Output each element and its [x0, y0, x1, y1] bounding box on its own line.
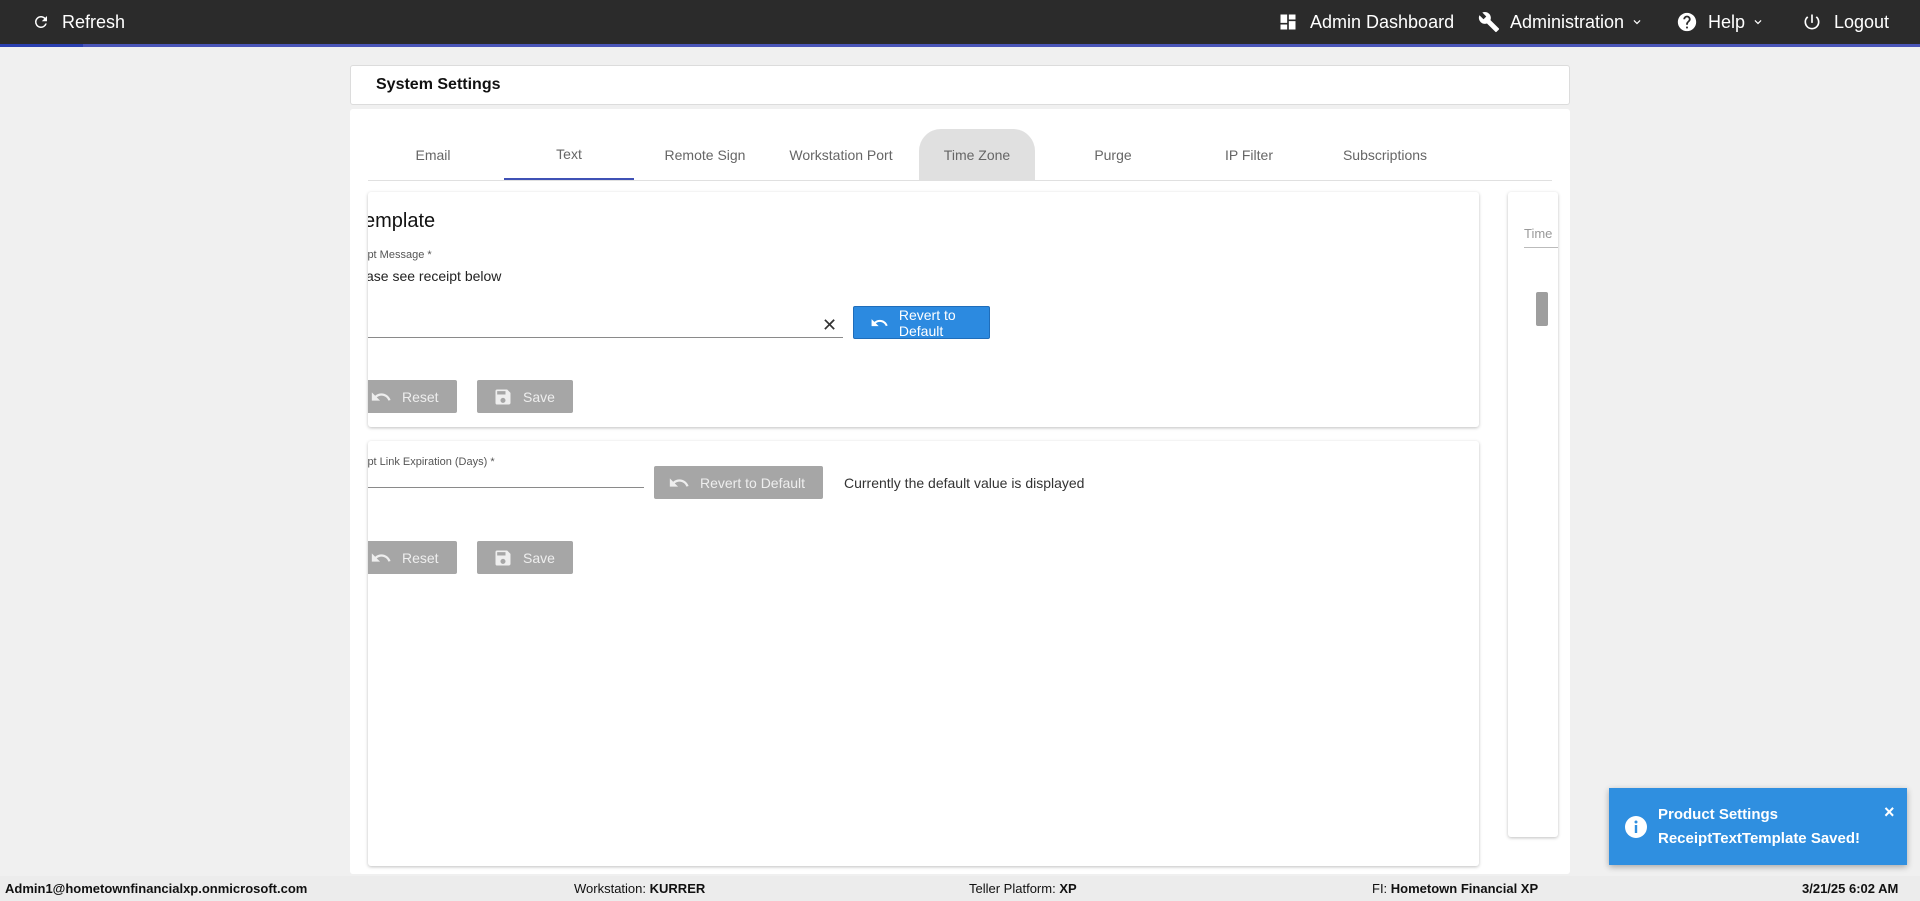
- receipt-message-reset-button[interactable]: Reset: [368, 380, 457, 413]
- top-navigation-bar: Refresh Admin Dashboard Administration H…: [0, 0, 1920, 47]
- footer-fi-label: FI:: [1372, 881, 1388, 896]
- tab-subscriptions[interactable]: Subscriptions: [1320, 129, 1450, 180]
- time-zone-label: Time: [1524, 226, 1553, 241]
- reset-label: Reset: [402, 549, 439, 566]
- settings-tabs: Email Text Remote Sign Workstation Port …: [368, 129, 1552, 181]
- wrench-icon: [1478, 12, 1500, 33]
- reset-label: Reset: [402, 388, 439, 405]
- time-zone-underline: [1524, 247, 1558, 248]
- link-expiration-save-button[interactable]: Save: [477, 541, 573, 574]
- toast-message: ReceiptTextTemplate Saved!: [1658, 830, 1861, 847]
- receipt-template-card: Template ipt Message * ase see receipt b…: [368, 192, 1479, 427]
- footer-workstation-value: KURRER: [649, 881, 706, 896]
- save-icon: [495, 389, 511, 404]
- power-icon: [1804, 14, 1820, 30]
- settings-panel: Email Text Remote Sign Workstation Port …: [350, 109, 1570, 874]
- footer-fi-value: Hometown Financial XP: [1390, 881, 1539, 896]
- receipt-message-revert-button[interactable]: Revert to Default: [853, 306, 990, 339]
- footer-datetime: 3/21/25 6:02 AM: [1802, 881, 1898, 896]
- link-expiration-revert-button[interactable]: Revert to Default: [654, 466, 823, 499]
- refresh-label: Refresh: [62, 11, 126, 32]
- toast-title: Product Settings: [1658, 806, 1779, 823]
- receipt-message-input[interactable]: ase see receipt below: [368, 268, 501, 284]
- dashboard-icon: [1280, 14, 1296, 30]
- page-title-card: System Settings: [350, 65, 1570, 105]
- footer-fi: FI: Hometown Financial XP: [1372, 881, 1538, 896]
- admin-dashboard-link[interactable]: Admin Dashboard: [1278, 0, 1454, 44]
- save-label: Save: [523, 549, 555, 566]
- page-title: System Settings: [376, 76, 501, 93]
- footer-datetime-value: 3/21/25 6:02 AM: [1802, 881, 1899, 896]
- undo-icon: [371, 552, 391, 562]
- chevron-down-icon: [1754, 20, 1762, 25]
- administration-menu[interactable]: Administration: [1478, 0, 1644, 44]
- save-label: Save: [523, 388, 555, 405]
- tab-text[interactable]: Text: [504, 129, 634, 180]
- receipt-link-card: ipt Link Expiration (Days) * Revert to D…: [368, 441, 1479, 866]
- footer-workstation: Workstation: KURRER: [574, 881, 705, 896]
- time-zone-card: Time: [1508, 192, 1558, 837]
- help-circle-icon: [1677, 12, 1697, 32]
- toast-close-button[interactable]: ×: [1884, 802, 1895, 823]
- refresh-button[interactable]: Refresh: [32, 0, 125, 44]
- tab-purge[interactable]: Purge: [1048, 129, 1178, 180]
- logout-label: Logout: [1834, 11, 1890, 32]
- footer-teller-platform: Teller Platform: XP: [969, 881, 1077, 896]
- footer-teller-label: Teller Platform:: [969, 881, 1056, 896]
- info-icon: [1625, 816, 1647, 838]
- revert-label: Revert to Default: [700, 474, 806, 491]
- save-icon: [495, 550, 511, 565]
- receipt-message-save-button[interactable]: Save: [477, 380, 573, 413]
- scrollbar-thumb[interactable]: [1536, 292, 1548, 326]
- receipt-template-heading: Template: [368, 210, 436, 232]
- default-value-note: Currently the default value is displayed: [844, 475, 1085, 491]
- link-expiration-underline: [368, 487, 644, 488]
- tab-ip-filter[interactable]: IP Filter: [1184, 129, 1314, 180]
- receipt-message-underline: [368, 337, 843, 338]
- footer-workstation-label: Workstation:: [574, 881, 647, 896]
- clear-field-icon[interactable]: ✕: [822, 316, 837, 334]
- link-expiration-label: ipt Link Expiration (Days) *: [368, 456, 495, 468]
- link-expiration-input[interactable]: [368, 471, 644, 491]
- tab-email[interactable]: Email: [368, 129, 498, 180]
- admin-dashboard-label: Admin Dashboard: [1310, 11, 1455, 32]
- footer-teller-value: XP: [1059, 881, 1077, 896]
- toast-notification: Product Settings ReceiptTextTemplate Sav…: [1609, 788, 1907, 865]
- undo-icon: [371, 391, 391, 401]
- loading-progress-bar: [0, 44, 1920, 47]
- revert-label: Revert to Default: [898, 306, 956, 339]
- footer-user: Admin1@hometownfinancialxp.onmicrosoft.c…: [5, 881, 307, 896]
- refresh-icon: [34, 15, 47, 28]
- undo-icon: [669, 477, 689, 487]
- undo-icon: [871, 318, 888, 326]
- status-footer: Admin1@hometownfinancialxp.onmicrosoft.c…: [0, 876, 1920, 901]
- link-expiration-reset-button[interactable]: Reset: [368, 541, 457, 574]
- tab-workstation-port[interactable]: Workstation Port: [776, 129, 906, 180]
- help-label: Help: [1708, 11, 1746, 32]
- administration-label: Administration: [1510, 11, 1625, 32]
- footer-user-value: Admin1@hometownfinancialxp.onmicrosoft.c…: [5, 881, 308, 896]
- chevron-down-icon: [1633, 20, 1641, 25]
- receipt-message-label: ipt Message *: [368, 249, 432, 261]
- tab-remote-sign[interactable]: Remote Sign: [640, 129, 770, 180]
- tab-time-zone[interactable]: Time Zone: [919, 129, 1035, 180]
- logout-button[interactable]: Logout: [1802, 0, 1889, 44]
- help-menu[interactable]: Help: [1676, 0, 1765, 44]
